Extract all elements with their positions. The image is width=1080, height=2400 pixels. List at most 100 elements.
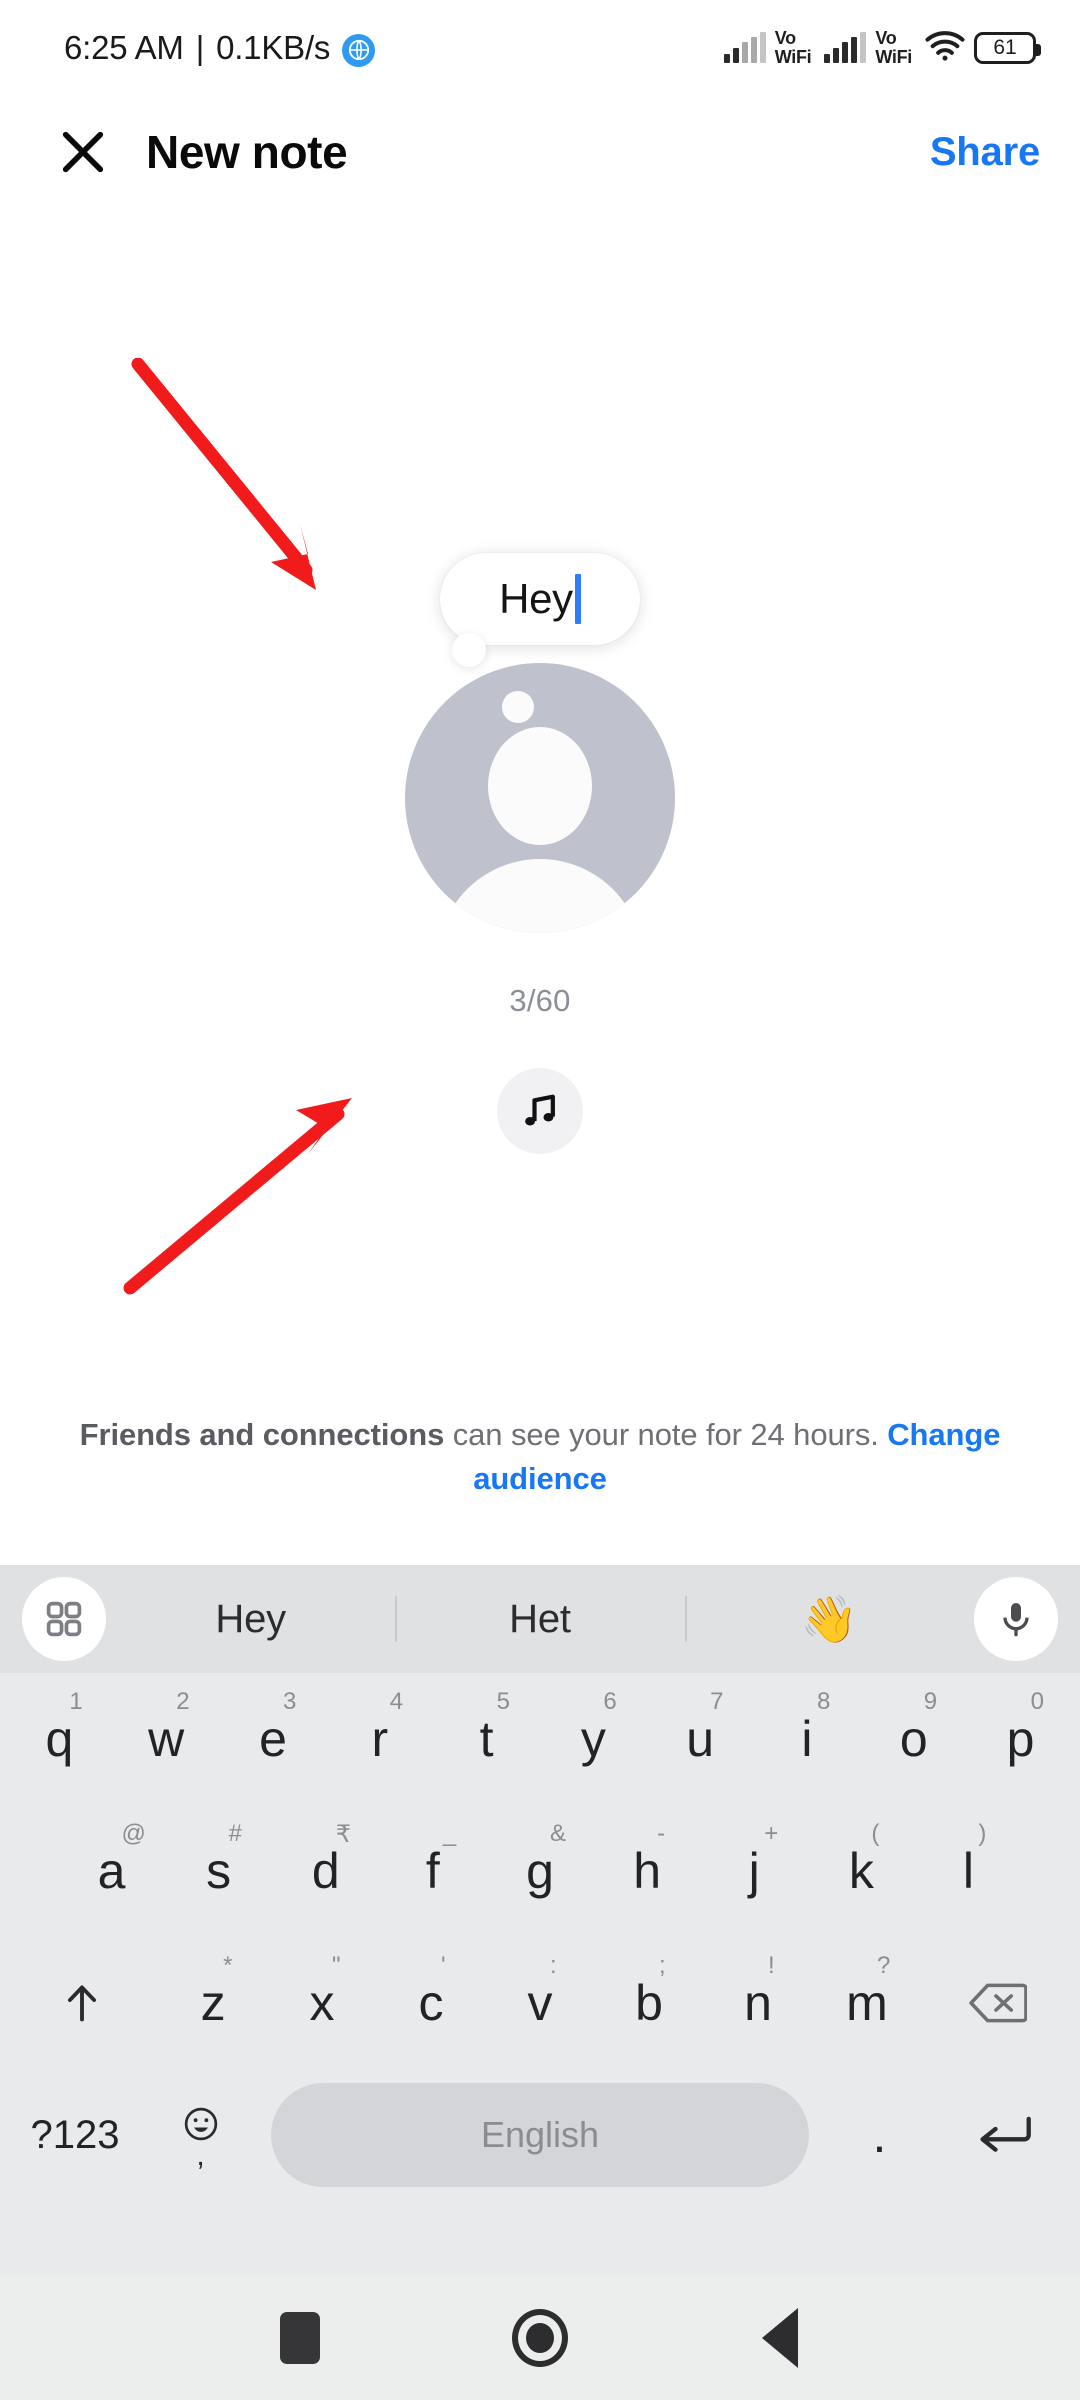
key-alt: 8 xyxy=(816,1688,831,1715)
enter-return-icon[interactable] xyxy=(936,2076,1074,2194)
key-s[interactable]: # s xyxy=(165,1812,272,1930)
key-d[interactable]: ₹ d xyxy=(272,1812,379,1930)
key-c[interactable]: ' c xyxy=(377,1944,486,2062)
status-bar-right: Vo WiFi Vo WiFi 61 xyxy=(723,28,1041,67)
status-bar-left: 6:25 AM | 0.1KB/s xyxy=(64,29,376,67)
recents-glyph xyxy=(280,2311,320,2364)
audience-notice: Friends and connections can see your not… xyxy=(0,1413,1080,1501)
period-key[interactable]: . xyxy=(823,2076,936,2194)
suggestion-2[interactable]: Het xyxy=(395,1597,684,1642)
key-label: m xyxy=(846,1975,888,2031)
shift-arrow-icon[interactable] xyxy=(6,1944,159,2062)
key-label: u xyxy=(686,1711,715,1767)
key-b[interactable]: ; b xyxy=(595,1944,704,2062)
key-f[interactable]: _ f xyxy=(379,1812,486,1930)
key-alt: ; xyxy=(659,1952,666,1979)
key-o[interactable]: 9o xyxy=(860,1680,967,1798)
back-triangle-icon[interactable] xyxy=(730,2288,830,2388)
symbols-key[interactable]: ?123 xyxy=(6,2076,144,2194)
key-alt: ? xyxy=(876,1952,891,1979)
key-q[interactable]: 1q xyxy=(6,1680,113,1798)
status-bar: 6:25 AM | 0.1KB/s Vo WiFi Vo WiFi 61 xyxy=(0,0,1080,96)
key-u[interactable]: 7u xyxy=(647,1680,754,1798)
key-label: i xyxy=(801,1711,813,1767)
key-p[interactable]: 0p xyxy=(967,1680,1074,1798)
suggestion-emoji[interactable]: 👋 xyxy=(685,1592,974,1647)
avatar-body xyxy=(437,859,643,933)
key-a[interactable]: @ a xyxy=(58,1812,165,1930)
keyboard: Hey Het 👋 1q 2w 3e 4r 5t 6y 7u 8i 9o 0p xyxy=(0,1565,1080,2275)
key-label: ?123 xyxy=(30,2113,120,2157)
key-label: v xyxy=(527,1975,553,2031)
backspace-icon[interactable] xyxy=(921,1944,1074,2062)
music-note-icon[interactable] xyxy=(497,1068,583,1154)
avatar-head xyxy=(488,727,592,845)
space-key[interactable]: English xyxy=(257,2076,823,2194)
note-bubble[interactable]: Hey xyxy=(440,553,640,645)
key-y[interactable]: 6y xyxy=(540,1680,647,1798)
key-i[interactable]: 8i xyxy=(754,1680,861,1798)
key-e[interactable]: 3e xyxy=(220,1680,327,1798)
back-glyph xyxy=(762,2307,798,2368)
audience-middle-text: can see your note for 24 hours. xyxy=(444,1417,888,1452)
grid-menu-icon[interactable] xyxy=(22,1577,106,1661)
key-label: a xyxy=(97,1843,126,1899)
app-header: New note Share xyxy=(0,96,1080,208)
note-text-input[interactable]: Hey xyxy=(499,575,573,623)
battery-icon: 61 xyxy=(974,32,1041,64)
key-alt: ( xyxy=(871,1820,880,1847)
key-label: b xyxy=(635,1975,663,2031)
note-composer: Hey 3/60 Friends and connections can see… xyxy=(0,208,1080,1565)
key-alt: # xyxy=(228,1820,243,1847)
key-j[interactable]: + j xyxy=(701,1812,808,1930)
character-counter: 3/60 xyxy=(509,983,571,1018)
key-alt: 5 xyxy=(496,1688,510,1715)
key-m[interactable]: ? m xyxy=(812,1944,921,2062)
key-alt: - xyxy=(657,1820,666,1847)
recents-square-icon[interactable] xyxy=(250,2288,350,2388)
key-alt: 3 xyxy=(282,1688,297,1715)
suggestion-1[interactable]: Hey xyxy=(106,1597,395,1642)
key-alt: 6 xyxy=(603,1688,617,1715)
key-l[interactable]: ) l xyxy=(915,1812,1022,1930)
key-g[interactable]: & g xyxy=(486,1812,593,1930)
avatar xyxy=(405,663,675,933)
key-alt: 7 xyxy=(710,1688,724,1715)
keyboard-row-4: ?123 , English . xyxy=(0,2069,1080,2201)
keyboard-row-2: @ a # s ₹ d _ f & g -h + j (k ) l xyxy=(0,1805,1080,1937)
cellular-signal-icon-sim2 xyxy=(824,32,867,63)
key-x[interactable]: " x xyxy=(268,1944,377,2062)
key-label: f xyxy=(425,1843,440,1899)
close-icon[interactable] xyxy=(48,117,118,187)
microphone-icon[interactable] xyxy=(973,1577,1058,1661)
key-alt: 4 xyxy=(389,1688,404,1715)
key-label: q xyxy=(45,1711,74,1767)
key-k[interactable]: (k xyxy=(808,1812,915,1930)
key-label: r xyxy=(371,1711,389,1767)
page-title: New note xyxy=(146,126,348,178)
key-n[interactable]: ! n xyxy=(704,1944,813,2062)
key-label: x xyxy=(309,1975,335,2031)
vowifi-label-sim2: Vo WiFi xyxy=(875,28,912,67)
globe-icon xyxy=(342,33,376,67)
key-v[interactable]: :v xyxy=(486,1944,595,2062)
key-label: j xyxy=(748,1843,760,1899)
key-label: p xyxy=(1006,1711,1035,1767)
keyboard-row-3: * z " x ' c :v ; b ! n ? m xyxy=(0,1937,1080,2069)
share-button[interactable]: Share xyxy=(930,130,1040,175)
key-alt: * xyxy=(223,1952,233,1979)
key-label: s xyxy=(206,1843,232,1899)
key-r[interactable]: 4r xyxy=(326,1680,433,1798)
key-w[interactable]: 2w xyxy=(113,1680,220,1798)
key-label: o xyxy=(899,1711,928,1767)
wifi-icon xyxy=(925,30,965,66)
home-circle-icon[interactable] xyxy=(490,2288,590,2388)
vowifi-label-sim1: Vo WiFi xyxy=(774,28,812,67)
emoji-face-icon[interactable]: , xyxy=(144,2076,257,2194)
key-label: l xyxy=(962,1843,974,1899)
key-t[interactable]: 5t xyxy=(433,1680,540,1798)
key-z[interactable]: * z xyxy=(159,1944,268,2062)
key-h[interactable]: -h xyxy=(594,1812,701,1930)
key-label: . xyxy=(872,2107,887,2163)
battery-level-label: 61 xyxy=(993,36,1017,59)
